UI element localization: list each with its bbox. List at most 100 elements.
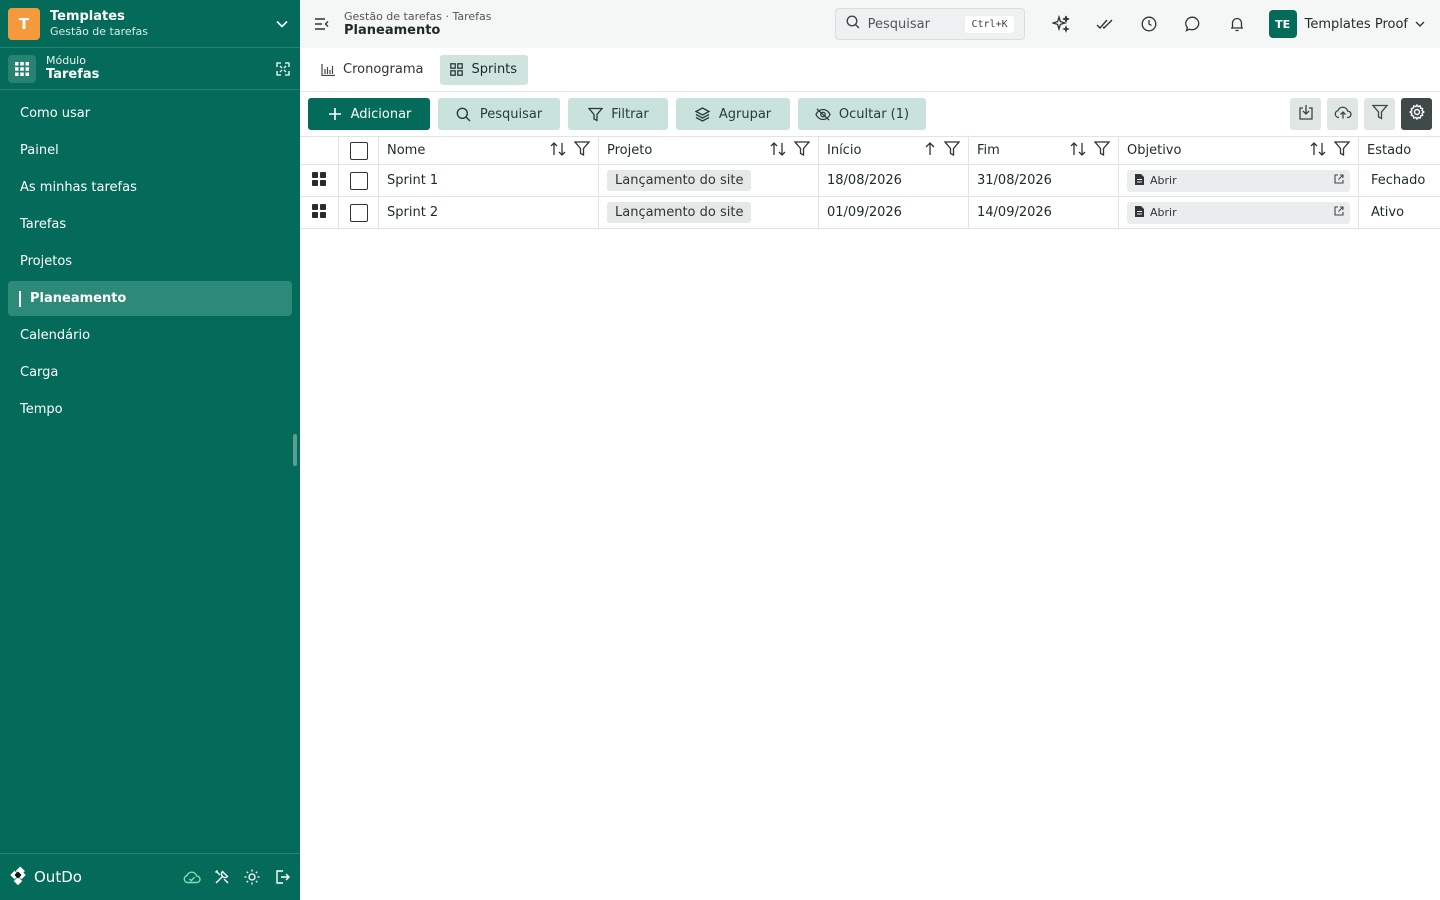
- column-header-inicio[interactable]: Início: [819, 137, 969, 164]
- module-switcher[interactable]: Módulo Tarefas: [0, 48, 300, 90]
- sparkles-icon[interactable]: [1039, 8, 1083, 40]
- tab-sprints[interactable]: Sprints: [440, 54, 529, 85]
- filter-icon[interactable]: [573, 141, 591, 160]
- sort-icon[interactable]: [770, 141, 786, 160]
- sidebar-item-as-minhas-tarefas[interactable]: As minhas tarefas: [8, 170, 292, 205]
- drag-handle-icon[interactable]: [312, 203, 326, 222]
- sort-ascending-icon[interactable]: [924, 141, 936, 160]
- sidebar-item-painel[interactable]: Painel: [8, 133, 292, 168]
- sidebar-item-label: Painel: [20, 143, 59, 158]
- brand[interactable]: OutDo: [8, 865, 182, 889]
- view-tabs: Cronograma Sprints: [300, 48, 1440, 92]
- tools-icon[interactable]: [212, 867, 232, 887]
- column-header-fim[interactable]: Fim: [969, 137, 1119, 164]
- sidebar-item-label: Carga: [20, 365, 59, 380]
- column-header-objetivo[interactable]: Objetivo: [1119, 137, 1359, 164]
- column-header-estado[interactable]: Estado: [1359, 137, 1440, 164]
- filter-button-label: Filtrar: [611, 106, 649, 122]
- project-chip[interactable]: Lançamento do site: [607, 202, 752, 223]
- column-label: Início: [827, 143, 862, 158]
- chevron-down-icon[interactable]: [272, 14, 292, 34]
- menu-collapse-icon[interactable]: [312, 14, 332, 34]
- add-button-label: Adicionar: [350, 106, 412, 122]
- table-row[interactable]: Sprint 2 Lançamento do site 01/09/2026 1…: [300, 197, 1440, 229]
- global-search[interactable]: Pesquisar Ctrl+K: [834, 8, 1025, 40]
- filter-icon[interactable]: [943, 141, 961, 160]
- filter-icon[interactable]: [1093, 141, 1111, 160]
- filter-icon[interactable]: [793, 141, 811, 160]
- breadcrumb-path[interactable]: Gestão de tarefas · Tarefas: [344, 10, 835, 23]
- sort-icon[interactable]: [1310, 141, 1326, 160]
- cell-estado[interactable]: Fechado: [1359, 165, 1440, 196]
- export-button[interactable]: [1290, 98, 1321, 130]
- sidebar-item-planeamento[interactable]: Planeamento: [8, 281, 292, 316]
- sidebar-item-como-usar[interactable]: Como usar: [8, 96, 292, 131]
- logout-icon[interactable]: [272, 867, 292, 887]
- cell-inicio[interactable]: 18/08/2026: [819, 165, 969, 196]
- cell-estado[interactable]: Ativo: [1359, 197, 1440, 228]
- workspace-switcher[interactable]: T Templates Gestão de tarefas: [0, 0, 300, 48]
- drag-handle-icon[interactable]: [312, 171, 326, 190]
- double-check-icon[interactable]: [1083, 8, 1127, 40]
- select-all-checkbox[interactable]: [349, 141, 368, 160]
- cell-nome[interactable]: Sprint 1: [379, 165, 599, 196]
- row-checkbox[interactable]: [349, 203, 368, 222]
- sidebar-resize-handle[interactable]: [293, 434, 297, 466]
- apps-grid-icon: [8, 54, 36, 83]
- external-link-icon[interactable]: [1334, 174, 1344, 187]
- header-drag-cell: [300, 137, 339, 164]
- filter-icon[interactable]: [1333, 141, 1351, 160]
- cell-projeto[interactable]: Lançamento do site: [599, 197, 819, 228]
- sidebar-item-label: Calendário: [20, 328, 91, 343]
- external-link-icon[interactable]: [1334, 206, 1344, 219]
- open-document-chip[interactable]: Abrir: [1127, 201, 1350, 224]
- bar-chart-icon: [320, 62, 336, 78]
- sort-icon[interactable]: [1070, 141, 1086, 160]
- clock-icon[interactable]: [1127, 8, 1171, 40]
- search-icon: [846, 15, 860, 33]
- gear-icon: [1408, 103, 1425, 124]
- bell-icon[interactable]: [1215, 8, 1259, 40]
- open-document-chip[interactable]: Abrir: [1127, 169, 1350, 192]
- chat-icon[interactable]: [1171, 8, 1215, 40]
- column-header-nome[interactable]: Nome: [379, 137, 599, 164]
- sun-icon[interactable]: [242, 867, 262, 887]
- advanced-filter-button[interactable]: [1364, 98, 1395, 130]
- add-button[interactable]: Adicionar: [308, 98, 430, 130]
- row-checkbox[interactable]: [349, 171, 368, 190]
- sidebar-item-tempo[interactable]: Tempo: [8, 392, 292, 427]
- sidebar-item-carga[interactable]: Carga: [8, 355, 292, 390]
- user-menu[interactable]: TE Templates Proof: [1268, 10, 1428, 38]
- cell-projeto[interactable]: Lançamento do site: [599, 165, 819, 196]
- workspace-title: Templates: [50, 8, 125, 24]
- row-select-cell: [339, 197, 379, 228]
- hide-fields-button[interactable]: Ocultar (1): [798, 98, 926, 130]
- row-drag-cell: [300, 197, 339, 228]
- import-button[interactable]: [1327, 98, 1358, 130]
- outdo-logo-icon: [8, 865, 28, 889]
- expand-icon[interactable]: [274, 60, 292, 78]
- document-icon: [1135, 173, 1144, 188]
- group-button[interactable]: Agrupar: [676, 98, 790, 130]
- cell-fim[interactable]: 14/09/2026: [969, 197, 1119, 228]
- cell-fim[interactable]: 31/08/2026: [969, 165, 1119, 196]
- cell-inicio[interactable]: 01/09/2026: [819, 197, 969, 228]
- tab-cronograma[interactable]: Cronograma: [312, 55, 434, 85]
- project-chip[interactable]: Lançamento do site: [607, 170, 752, 191]
- cell-nome[interactable]: Sprint 2: [379, 197, 599, 228]
- settings-button[interactable]: [1401, 98, 1432, 130]
- search-button[interactable]: Pesquisar: [438, 98, 560, 130]
- sidebar-item-tarefas[interactable]: Tarefas: [8, 207, 292, 242]
- cloud-sync-icon[interactable]: [182, 867, 202, 887]
- sort-icon[interactable]: [550, 141, 566, 160]
- eye-off-icon: [815, 106, 831, 122]
- plus-icon: [327, 106, 343, 122]
- column-header-projeto[interactable]: Projeto: [599, 137, 819, 164]
- sidebar-item-projetos[interactable]: Projetos: [8, 244, 292, 279]
- column-label: Objetivo: [1127, 143, 1182, 158]
- filter-icon: [587, 106, 603, 122]
- table-row[interactable]: Sprint 1 Lançamento do site 18/08/2026 3…: [300, 165, 1440, 197]
- sidebar-item-calendario[interactable]: Calendário: [8, 318, 292, 353]
- filter-button[interactable]: Filtrar: [568, 98, 668, 130]
- sidebar: T Templates Gestão de tarefas Módulo Tar…: [0, 0, 300, 900]
